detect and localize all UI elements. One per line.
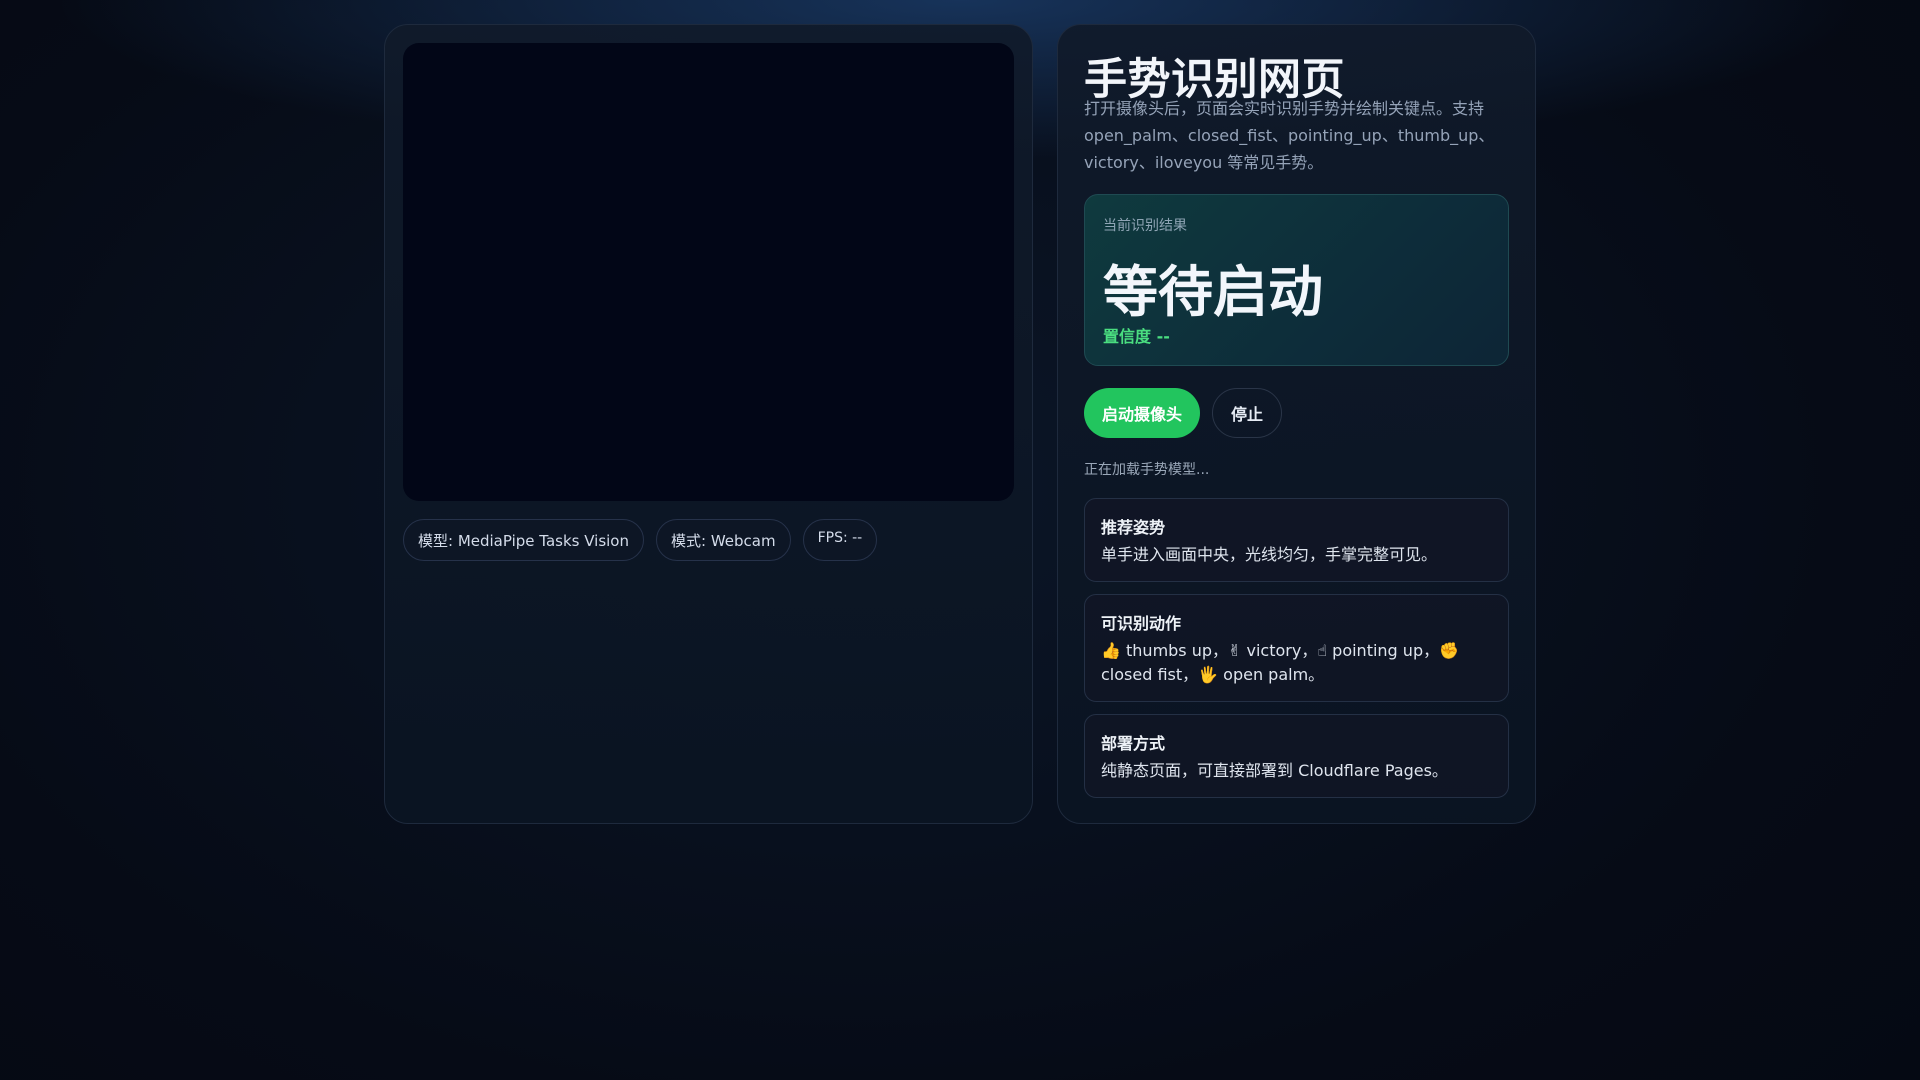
card-text: 单手进入画面中央，光线均匀，手掌完整可见。	[1101, 545, 1438, 564]
confidence-value: 置信度 --	[1103, 327, 1170, 346]
card-title: 可识别动作	[1101, 614, 1182, 633]
card-text: 👍 thumbs up，✌ victory，☝ pointing up，✊ cl…	[1101, 641, 1460, 684]
start-camera-button[interactable]: 启动摄像头	[1084, 388, 1200, 438]
status-chips: 模型: MediaPipe Tasks Vision 模式: Webcam FP…	[403, 519, 878, 561]
card-title: 推荐姿势	[1101, 518, 1166, 537]
result-value: 等待启动	[1103, 260, 1324, 324]
info-panel: 手势识别网页 打开摄像头后，页面会实时识别手势并绘制关键点。支持 open_pa…	[1057, 24, 1536, 824]
card-title: 部署方式	[1101, 734, 1166, 753]
mode-chip: 模式: Webcam	[656, 519, 791, 561]
tip-card-deploy: 部署方式 纯静态页面，可直接部署到 Cloudflare Pages。	[1084, 714, 1509, 798]
status-text: 正在加载手势模型...	[1084, 462, 1210, 478]
result-label: 当前识别结果	[1103, 218, 1187, 234]
webcam-video-canvas	[403, 43, 1014, 501]
recognition-result-card: 当前识别结果 等待启动 置信度 --	[1084, 194, 1509, 366]
card-text: 纯静态页面，可直接部署到 Cloudflare Pages。	[1101, 761, 1448, 780]
tip-card-gestures: 可识别动作 👍 thumbs up，✌ victory，☝ pointing u…	[1084, 594, 1509, 702]
fps-chip: FPS: --	[802, 519, 878, 561]
tip-card-posture: 推荐姿势 单手进入画面中央，光线均匀，手掌完整可见。	[1084, 498, 1509, 582]
app-layout: 模型: MediaPipe Tasks Vision 模式: Webcam FP…	[384, 24, 1536, 824]
model-chip: 模型: MediaPipe Tasks Vision	[403, 519, 644, 561]
page-description: 打开摄像头后，页面会实时识别手势并绘制关键点。支持 open_palm、clos…	[1084, 99, 1495, 172]
stop-button[interactable]: 停止	[1212, 388, 1282, 438]
video-panel: 模型: MediaPipe Tasks Vision 模式: Webcam FP…	[384, 24, 1033, 824]
